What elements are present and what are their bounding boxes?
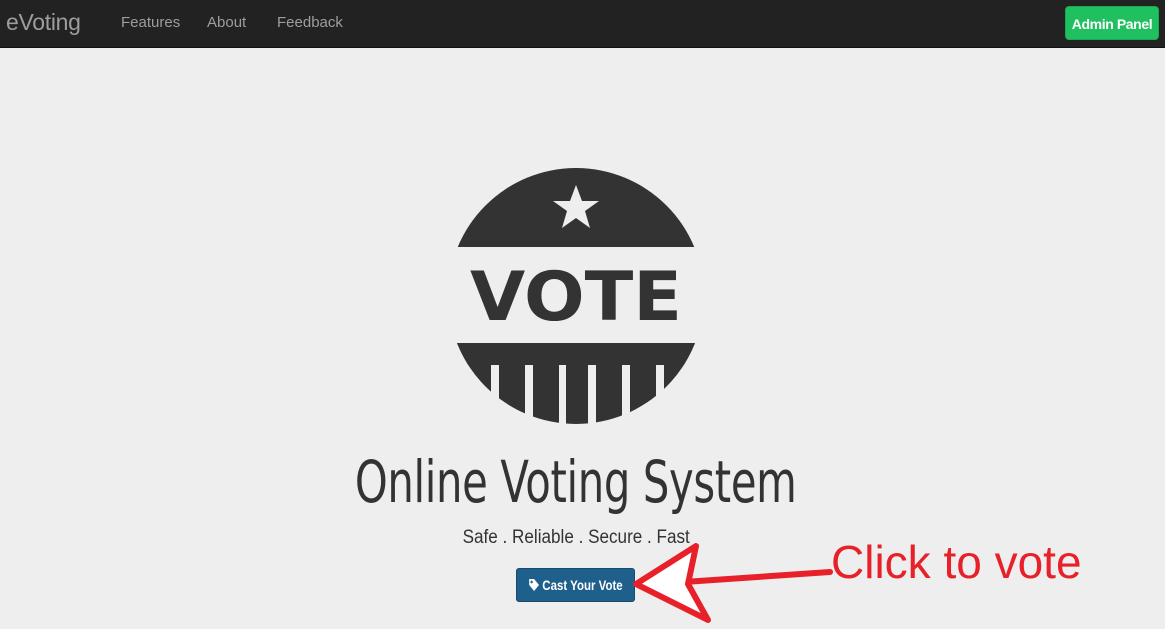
annotation-arrow [633,543,833,623]
tag-icon [529,579,539,591]
page-title: Online Voting System [0,440,1152,524]
brand-logo-link[interactable]: eVoting [6,8,81,36]
nav-link-feedback[interactable]: Feedback [277,14,343,32]
page-title-text: Online Voting System [355,448,797,516]
annotation-text: Click to vote [831,536,1082,588]
cast-vote-label: Cast Your Vote [542,577,623,593]
top-navbar: eVoting Features About Feedback Admin Pa… [0,0,1165,48]
cast-vote-button[interactable]: Cast Your Vote [516,568,635,602]
nav-link-about[interactable]: About [207,14,246,32]
vote-logo: VOTE [455,168,697,424]
admin-panel-button[interactable]: Admin Panel [1065,6,1159,40]
logo-vote-text: VOTE [470,258,682,337]
nav-link-features[interactable]: Features [121,14,180,32]
